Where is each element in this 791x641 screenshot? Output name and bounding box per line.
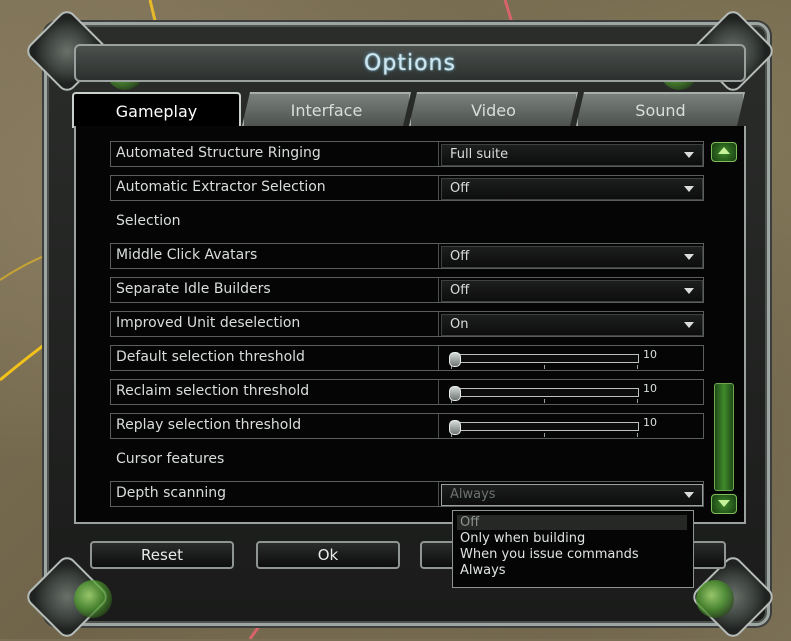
depth-scanning-dropdown[interactable]: Always (441, 484, 703, 506)
option-label: Reclaim selection threshold (116, 383, 310, 399)
ok-button[interactable]: Ok (256, 541, 400, 569)
option-row-reclaim-threshold: Reclaim selection threshold 10 (110, 379, 704, 405)
option-row-structure-ringing: Automated Structure Ringing Full suite (110, 141, 704, 167)
unit-deselection-dropdown[interactable]: On (441, 314, 703, 336)
slider-track (451, 388, 639, 397)
scrollbar-thumb[interactable] (714, 383, 734, 491)
row-divider (438, 346, 439, 370)
dropdown-option-always[interactable]: Always (460, 563, 506, 578)
row-divider (438, 380, 439, 404)
option-label: Improved Unit deselection (116, 315, 301, 331)
option-row-idle-builders: Separate Idle Builders Off (110, 277, 704, 303)
option-label: Automated Structure Ringing (116, 145, 321, 161)
slider-handle[interactable] (449, 420, 461, 435)
chevron-down-icon (684, 492, 694, 498)
chevron-down-icon (684, 254, 694, 260)
row-divider (438, 244, 439, 268)
dropdown-option-when-issue-commands[interactable]: When you issue commands (460, 547, 639, 562)
slider-handle[interactable] (449, 386, 461, 401)
slider-tick (637, 365, 638, 369)
middle-click-avatars-dropdown[interactable]: Off (441, 246, 703, 268)
depth-scanning-options-list: Off Only when building When you issue co… (452, 510, 694, 588)
option-label: Separate Idle Builders (116, 281, 271, 297)
option-row-unit-deselection: Improved Unit deselection On (110, 311, 704, 337)
slider-track (451, 354, 639, 363)
option-row-depth-scanning: Depth scanning Always (110, 481, 704, 507)
idle-builders-dropdown[interactable]: Off (441, 280, 703, 302)
slider-handle[interactable] (449, 352, 461, 367)
reset-button[interactable]: Reset (90, 541, 234, 569)
section-heading-selection: Selection (116, 213, 181, 229)
dropdown-value: Off (450, 283, 470, 298)
extractor-selection-dropdown[interactable]: Off (441, 178, 703, 200)
option-label: Default selection threshold (116, 349, 305, 365)
scroll-down-icon[interactable] (711, 494, 737, 514)
option-row-extractor-selection: Automatic Extractor Selection Off (110, 175, 704, 201)
dropdown-value: Full suite (450, 147, 509, 162)
dropdown-value: Always (450, 487, 496, 502)
dialog-title: Options (364, 50, 456, 76)
dropdown-option-off[interactable]: Off (457, 515, 687, 530)
default-threshold-slider[interactable]: 10 (447, 348, 703, 369)
frame-orb-icon (74, 580, 112, 618)
row-divider (438, 414, 439, 438)
row-divider (438, 312, 439, 336)
chevron-down-icon (684, 288, 694, 294)
option-label: Automatic Extractor Selection (116, 179, 326, 195)
structure-ringing-dropdown[interactable]: Full suite (441, 144, 703, 166)
dialog-title-bar: Options (74, 44, 746, 82)
option-row-middle-click-avatars: Middle Click Avatars Off (110, 243, 704, 269)
slider-tick (637, 433, 638, 437)
reclaim-threshold-slider[interactable]: 10 (447, 382, 703, 403)
dropdown-value: On (450, 317, 469, 332)
row-divider (438, 278, 439, 302)
option-row-replay-threshold: Replay selection threshold 10 (110, 413, 704, 439)
slider-tick (544, 399, 545, 403)
chevron-down-icon (684, 186, 694, 192)
tab-interface[interactable]: Interface (242, 92, 411, 126)
tab-bar: Gameplay Interface Video Sound (72, 92, 745, 128)
row-divider (438, 176, 439, 200)
dropdown-option-only-when-building[interactable]: Only when building (460, 531, 585, 546)
chevron-down-icon (684, 152, 694, 158)
scroll-up-icon[interactable] (711, 142, 737, 162)
dropdown-value: Off (450, 181, 470, 196)
slider-tick (544, 433, 545, 437)
slider-tick (544, 365, 545, 369)
option-label: Middle Click Avatars (116, 247, 258, 263)
frame-orb-icon (696, 580, 734, 618)
slider-tick (637, 399, 638, 403)
option-label: Replay selection threshold (116, 417, 302, 433)
row-divider (438, 142, 439, 166)
slider-max-label: 10 (643, 416, 657, 429)
slider-track (451, 422, 639, 431)
row-divider (438, 482, 439, 506)
chevron-down-icon (684, 322, 694, 328)
tab-sound[interactable]: Sound (576, 92, 745, 126)
dropdown-value: Off (450, 249, 470, 264)
replay-threshold-slider[interactable]: 10 (447, 416, 703, 437)
tab-gameplay[interactable]: Gameplay (72, 92, 241, 128)
section-heading-cursor-features: Cursor features (116, 451, 225, 467)
option-label: Depth scanning (116, 485, 227, 501)
tab-video[interactable]: Video (409, 92, 578, 126)
slider-max-label: 10 (643, 382, 657, 395)
slider-max-label: 10 (643, 348, 657, 361)
option-row-default-threshold: Default selection threshold 10 (110, 345, 704, 371)
